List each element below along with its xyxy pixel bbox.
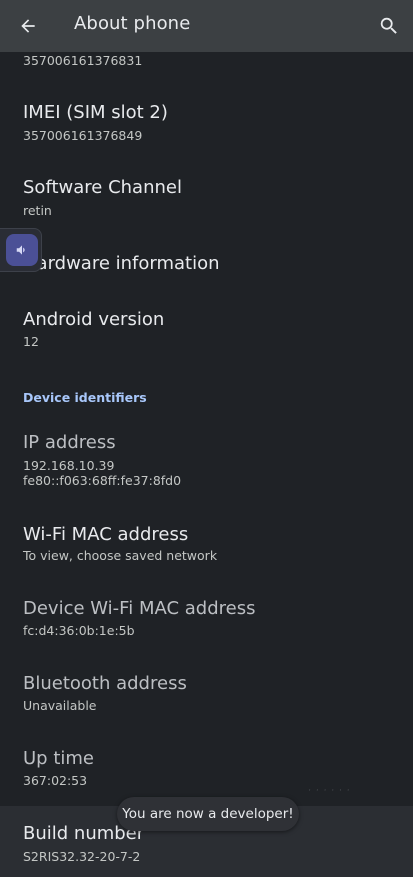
ip-address-row: IP address 192.168.10.39 fe80::f063:68ff… <box>0 424 413 494</box>
up-time-row: Up time 367:02:53 <box>0 740 413 794</box>
up-time-title: Up time <box>23 748 94 769</box>
software-channel-value: retin <box>23 203 52 218</box>
hardware-information-title: Hardware information <box>23 253 220 274</box>
volume-icon <box>16 245 25 255</box>
arrow-back-icon <box>21 19 35 33</box>
volume-button[interactable] <box>6 234 38 266</box>
software-channel-row[interactable]: Software Channel retin <box>0 168 413 222</box>
bluetooth-address-title: Bluetooth address <box>23 673 187 694</box>
imei-sim-2-value: 357006161376849 <box>23 128 143 143</box>
ip-address-title: IP address <box>23 432 116 453</box>
software-channel-title: Software Channel <box>23 177 182 198</box>
developer-toast: You are now a developer! <box>117 797 299 831</box>
app-bar: About phone <box>0 0 413 52</box>
imei-sim-2-row[interactable]: IMEI (SIM slot 2) 357006161376849 <box>0 92 413 148</box>
settings-list: 357006161376831 IMEI (SIM slot 2) 357006… <box>0 0 413 877</box>
android-version-value: 12 <box>23 334 39 349</box>
wifi-mac-address-hint: To view, choose saved network <box>23 548 218 563</box>
search-button[interactable] <box>375 12 403 40</box>
wifi-mac-address-row[interactable]: Wi-Fi MAC address To view, choose saved … <box>0 515 413 569</box>
ip-address-v4: 192.168.10.39 <box>23 458 115 473</box>
watermark-text: · · · · · · <box>308 786 351 796</box>
device-wifi-mac-title: Device Wi-Fi MAC address <box>23 598 256 619</box>
device-identifiers-header: Device identifiers <box>23 390 147 405</box>
bluetooth-address-value: Unavailable <box>23 698 97 713</box>
device-wifi-mac-row: Device Wi-Fi MAC address fc:d4:36:0b:1e:… <box>0 590 413 644</box>
page-title: About phone <box>74 13 191 34</box>
android-version-title: Android version <box>23 309 165 330</box>
search-icon <box>380 17 397 34</box>
imei-sim-1-row[interactable]: 357006161376831 <box>0 52 413 74</box>
imei-sim-1-value: 357006161376831 <box>23 53 143 68</box>
volume-panel-handle[interactable] <box>0 228 42 272</box>
back-button[interactable] <box>14 12 42 40</box>
bluetooth-address-row: Bluetooth address Unavailable <box>0 665 413 719</box>
hardware-information-row[interactable]: Hardware information <box>0 244 413 284</box>
device-wifi-mac-value: fc:d4:36:0b:1e:5b <box>23 623 135 638</box>
android-version-row[interactable]: Android version 12 <box>0 300 413 354</box>
imei-sim-2-title: IMEI (SIM slot 2) <box>23 102 168 123</box>
ip-address-v6: fe80::f063:68ff:fe37:8fd0 <box>23 473 182 488</box>
up-time-value: 367:02:53 <box>23 773 88 788</box>
build-number-value: S2RIS32.32-20-7-2 <box>23 849 141 864</box>
wifi-mac-address-title: Wi-Fi MAC address <box>23 524 189 545</box>
